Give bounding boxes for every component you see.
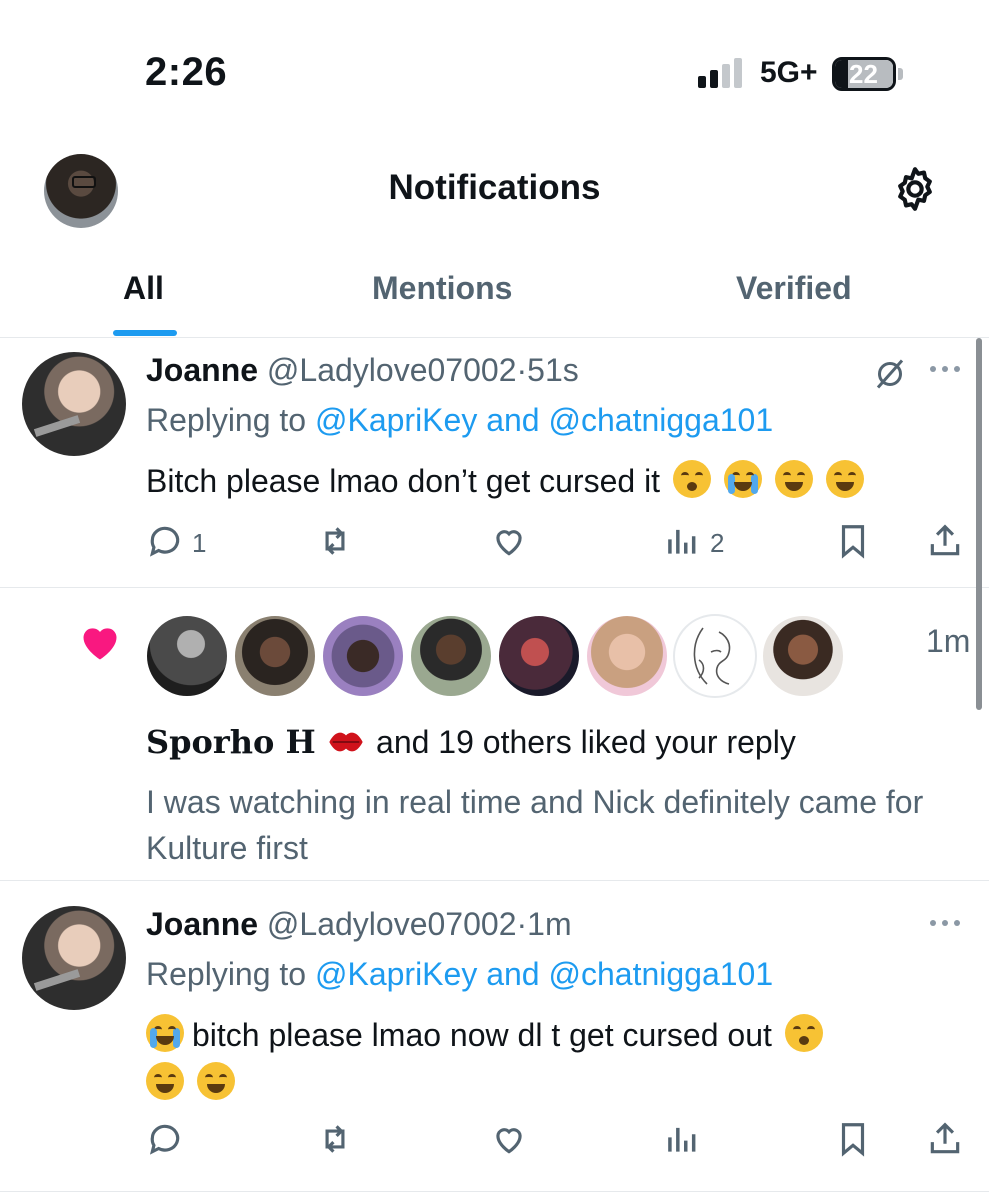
more-options-icon[interactable] (930, 920, 968, 932)
author-name[interactable]: Joanne (146, 906, 258, 942)
replying-to: Replying to @KapriKey and @chatnigga101 (146, 956, 773, 993)
tears-of-joy-icon (146, 1062, 184, 1100)
avatar[interactable] (22, 906, 126, 1010)
tweet-body: bitch please lmao now dl t get cursed ou… (192, 1017, 772, 1053)
tweet-time: 1m (527, 906, 572, 942)
tweet-text-continued (146, 1062, 235, 1102)
tweet-body: Bitch please lmao don’t get cursed it (146, 463, 661, 499)
notification-reply[interactable]: Joanne @Ladylove07002·1m Replying to @Ka… (0, 882, 989, 1192)
liker-name[interactable]: Sporho H (146, 723, 316, 761)
tweet-text: bitch please lmao now dl t get cursed ou… (146, 1014, 823, 1054)
signal-strength-icon (698, 58, 746, 88)
kiss-mark-icon (326, 727, 366, 757)
separator-dot: · (516, 906, 528, 942)
avatar[interactable] (22, 352, 126, 456)
quoted-reply: I was watching in real time and Nick def… (146, 779, 976, 871)
loudly-crying-face-icon (723, 460, 762, 498)
like-summary-text: and 19 others liked your reply (376, 724, 796, 760)
scrollbar[interactable] (976, 338, 982, 710)
quoted-reply-text: I was watching in real time and Nick def… (146, 784, 924, 866)
tears-of-joy-icon (825, 460, 864, 498)
tweet-text: Bitch please lmao don’t get cursed it (146, 460, 864, 500)
loudly-crying-face-icon (146, 1014, 184, 1052)
avatar[interactable] (497, 614, 581, 698)
views-icon[interactable] (662, 1120, 706, 1164)
partying-face-icon (784, 1014, 823, 1052)
retweet-icon[interactable] (316, 1120, 360, 1164)
tears-of-joy-icon (196, 1062, 235, 1100)
notification-like[interactable]: 1m Sporho H and 19 others liked your rep… (0, 589, 989, 881)
reply-icon[interactable] (146, 522, 190, 566)
separator-dot: · (516, 352, 528, 388)
more-options-icon[interactable] (930, 366, 968, 378)
battery-nub (898, 68, 903, 80)
avatar[interactable] (409, 614, 493, 698)
gear-icon[interactable] (890, 164, 940, 214)
like-icon[interactable] (490, 522, 534, 566)
like-icon[interactable] (490, 1120, 534, 1164)
avatar[interactable] (145, 614, 229, 698)
like-summary: Sporho H and 19 others liked your reply (146, 723, 796, 761)
notification-tabs: All Mentions Verified (0, 260, 989, 338)
network-type: 5G+ (760, 56, 818, 89)
page-title: Notifications (388, 168, 601, 207)
views-count: 2 (710, 528, 725, 558)
replying-to: Replying to @KapriKey and @chatnigga101 (146, 402, 773, 439)
share-icon[interactable] (926, 1120, 970, 1164)
views-icon[interactable] (662, 522, 706, 566)
reply-icon[interactable] (146, 1120, 190, 1164)
replying-prefix: Replying to (146, 402, 307, 438)
tab-mentions[interactable]: Mentions (372, 270, 512, 307)
author-name[interactable]: Joanne (146, 352, 258, 388)
bookmark-icon[interactable] (834, 522, 878, 566)
battery-fill (835, 60, 848, 88)
heart-icon (76, 621, 124, 665)
tab-all[interactable]: All (123, 270, 164, 307)
replying-prefix: Replying to (146, 956, 307, 992)
battery-level: 22 (849, 59, 878, 89)
avatar[interactable] (233, 614, 317, 698)
notification-reply[interactable]: Joanne @Ladylove07002·51s Replying to @K… (0, 338, 989, 588)
avatar[interactable] (673, 614, 757, 698)
tweet-header: Joanne @Ladylove07002·1m (146, 906, 572, 943)
share-icon[interactable] (926, 522, 970, 566)
avatar[interactable] (585, 614, 669, 698)
avatar[interactable] (761, 614, 845, 698)
notification-time: 1m (926, 623, 971, 659)
avatar[interactable] (321, 614, 405, 698)
tab-verified[interactable]: Verified (736, 270, 852, 307)
author-handle[interactable]: @Ladylove07002 (267, 906, 517, 942)
bookmark-icon[interactable] (834, 1120, 878, 1164)
status-time: 2:26 (145, 50, 228, 94)
not-relevant-icon[interactable] (872, 356, 908, 392)
tweet-header: Joanne @Ladylove07002·51s (146, 352, 579, 389)
replying-to-users[interactable]: @KapriKey and @chatnigga101 (315, 956, 773, 992)
partying-face-icon (672, 460, 711, 498)
battery-icon: 22 (832, 57, 896, 91)
status-bar: 2:26 5G+ 22 (0, 0, 989, 120)
tweet-time: 51s (527, 352, 579, 388)
tears-of-joy-icon (774, 460, 813, 498)
retweet-icon[interactable] (316, 522, 360, 566)
replying-to-users[interactable]: @KapriKey and @chatnigga101 (315, 402, 773, 438)
active-tab-indicator (113, 330, 177, 336)
reply-count: 1 (192, 528, 207, 558)
author-handle[interactable]: @Ladylove07002 (267, 352, 517, 388)
